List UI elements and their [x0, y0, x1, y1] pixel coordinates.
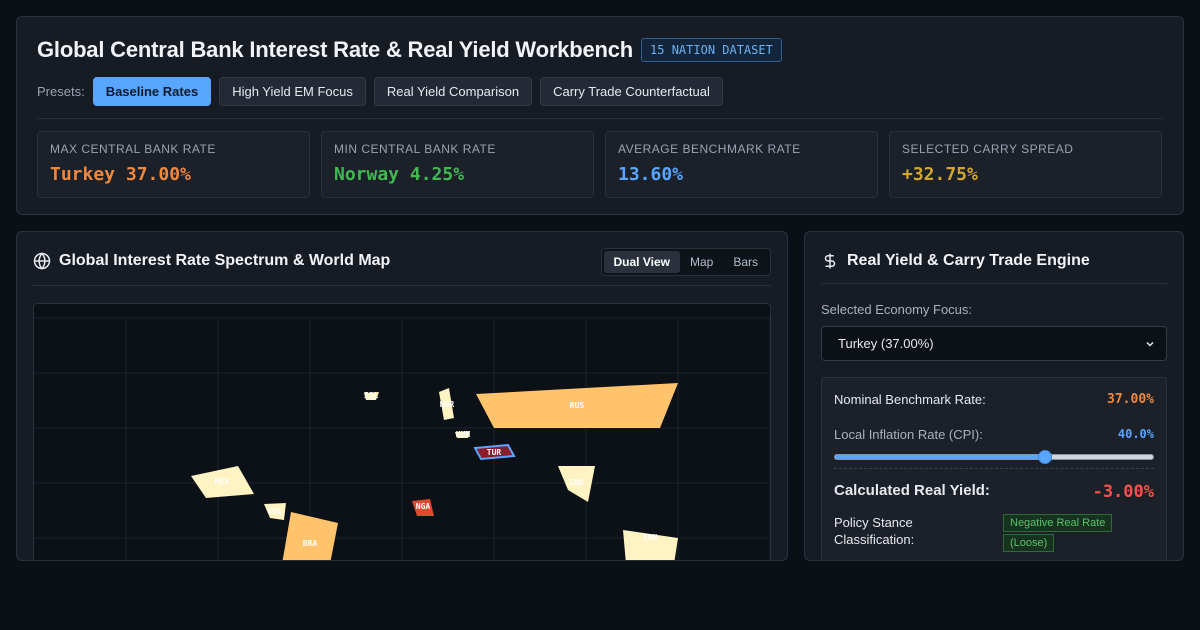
- stat-value: +32.75%: [902, 164, 978, 185]
- stat-label: AVERAGE BENCHMARK RATE: [618, 142, 801, 156]
- title-row: Global Central Bank Interest Rate & Real…: [37, 37, 782, 63]
- nominal-rate-value: 37.00%: [1107, 392, 1154, 407]
- real-yield-label: Calculated Real Yield:: [834, 482, 990, 499]
- globe-icon: [33, 252, 51, 270]
- tab-bars[interactable]: Bars: [723, 251, 768, 273]
- inflation-value: 40.0%: [1117, 427, 1154, 441]
- tab-map[interactable]: Map: [680, 251, 723, 273]
- country-label-hun: HUN: [456, 430, 471, 439]
- preset-carry-trade-counterfactual-button[interactable]: Carry Trade Counterfactual: [540, 77, 723, 106]
- stat-value: Turkey 37.00%: [50, 164, 191, 185]
- stat-card-carry-spread: SELECTED CARRY SPREAD +32.75%: [889, 131, 1162, 198]
- nominal-rate-row: Nominal Benchmark Rate: 37.00%: [834, 392, 1154, 407]
- page-title: Global Central Bank Interest Rate & Real…: [37, 37, 634, 62]
- policy-stance-row: Policy Stance Classification: Negative R…: [834, 514, 1154, 552]
- economy-focus-select[interactable]: Turkey (37.00%): [821, 326, 1167, 361]
- country-label-isl: ISL: [364, 391, 379, 400]
- header-panel: Global Central Bank Interest Rate & Real…: [16, 16, 1184, 215]
- map-panel-header: Global Interest Rate Spectrum & World Ma…: [33, 248, 771, 286]
- map-grid: [34, 317, 770, 560]
- stat-card-min-rate: MIN CENTRAL BANK RATE Norway 4.25%: [321, 131, 594, 198]
- stat-label: SELECTED CARRY SPREAD: [902, 142, 1074, 156]
- inflation-slider-thumb[interactable]: [1037, 450, 1052, 464]
- dataset-badge: 15 NATION DATASET: [641, 38, 782, 62]
- country-label-mex: MEX: [215, 477, 230, 486]
- inflation-slider[interactable]: [834, 450, 1154, 464]
- presets-bar: Presets: Baseline Rates High Yield EM Fo…: [37, 77, 731, 106]
- tab-dual-view[interactable]: Dual View: [603, 251, 680, 273]
- stat-card-max-rate: MAX CENTRAL BANK RATE Turkey 37.00%: [37, 131, 310, 198]
- country-label-nor: NOR: [440, 400, 455, 409]
- presets-label: Presets:: [37, 84, 85, 99]
- nominal-rate-label: Nominal Benchmark Rate:: [834, 392, 986, 407]
- stat-value: 13.60%: [618, 164, 684, 185]
- country-label-rus: RUS: [570, 401, 585, 410]
- status-badge: (Loose): [1003, 534, 1055, 552]
- focus-label: Selected Economy Focus:: [821, 302, 973, 317]
- header-divider: [37, 118, 1163, 119]
- world-map-canvas[interactable]: ISL NOR RUS HUN TUR MEX COL NGA BRA IND …: [33, 303, 771, 561]
- country-label-col: COL: [268, 507, 283, 516]
- stat-value: Norway 4.25%: [334, 164, 465, 185]
- map-panel: Global Interest Rate Spectrum & World Ma…: [16, 231, 788, 561]
- policy-stance-tags: Negative Real Rate (Loose): [1003, 514, 1113, 552]
- dashed-divider: [834, 468, 1154, 469]
- chevron-down-icon: [1146, 341, 1154, 347]
- country-label-idn: IDN: [643, 533, 658, 542]
- dollar-icon: [824, 253, 836, 269]
- status-badge: Negative Real Rate: [1003, 514, 1113, 532]
- preset-real-yield-comparison-button[interactable]: Real Yield Comparison: [373, 77, 533, 106]
- country-label-tur: TUR: [487, 448, 502, 457]
- inflation-row: Local Inflation Rate (CPI): 40.0%: [834, 427, 1154, 442]
- real-yield-box: Nominal Benchmark Rate: 37.00% Local Inf…: [821, 377, 1167, 560]
- carry-trade-engine-panel: Real Yield & Carry Trade Engine Selected…: [804, 231, 1184, 561]
- country-label-bra: BRA: [303, 539, 318, 548]
- country-label-nga: NGA: [416, 502, 431, 511]
- stat-card-average-rate: AVERAGE BENCHMARK RATE 13.60%: [605, 131, 878, 198]
- world-map-svg: ISL NOR RUS HUN TUR MEX COL NGA BRA IND …: [34, 317, 770, 561]
- country-brazil[interactable]: [282, 512, 338, 561]
- preset-baseline-rates-button[interactable]: Baseline Rates: [92, 77, 212, 106]
- inflation-slider-fill: [835, 455, 1045, 459]
- real-yield-value: -3.00%: [1092, 482, 1154, 502]
- stat-label: MAX CENTRAL BANK RATE: [50, 142, 216, 156]
- country-label-ind: IND: [569, 478, 584, 487]
- map-panel-title-text: Global Interest Rate Spectrum & World Ma…: [59, 252, 391, 269]
- economy-focus-value: Turkey (37.00%): [838, 336, 934, 351]
- engine-panel-title: Real Yield & Carry Trade Engine: [821, 252, 1090, 270]
- map-panel-title: Global Interest Rate Spectrum & World Ma…: [33, 252, 390, 270]
- real-yield-row: Calculated Real Yield: -3.00%: [834, 482, 1154, 502]
- inflation-label: Local Inflation Rate (CPI):: [834, 427, 983, 442]
- view-tabs: Dual View Map Bars: [600, 248, 771, 276]
- engine-panel-header: Real Yield & Carry Trade Engine: [821, 248, 1167, 284]
- preset-high-yield-em-button[interactable]: High Yield EM Focus: [219, 77, 366, 106]
- engine-panel-title-text: Real Yield & Carry Trade Engine: [847, 252, 1090, 269]
- stats-row: MAX CENTRAL BANK RATE Turkey 37.00% MIN …: [37, 131, 1162, 198]
- stat-label: MIN CENTRAL BANK RATE: [334, 142, 496, 156]
